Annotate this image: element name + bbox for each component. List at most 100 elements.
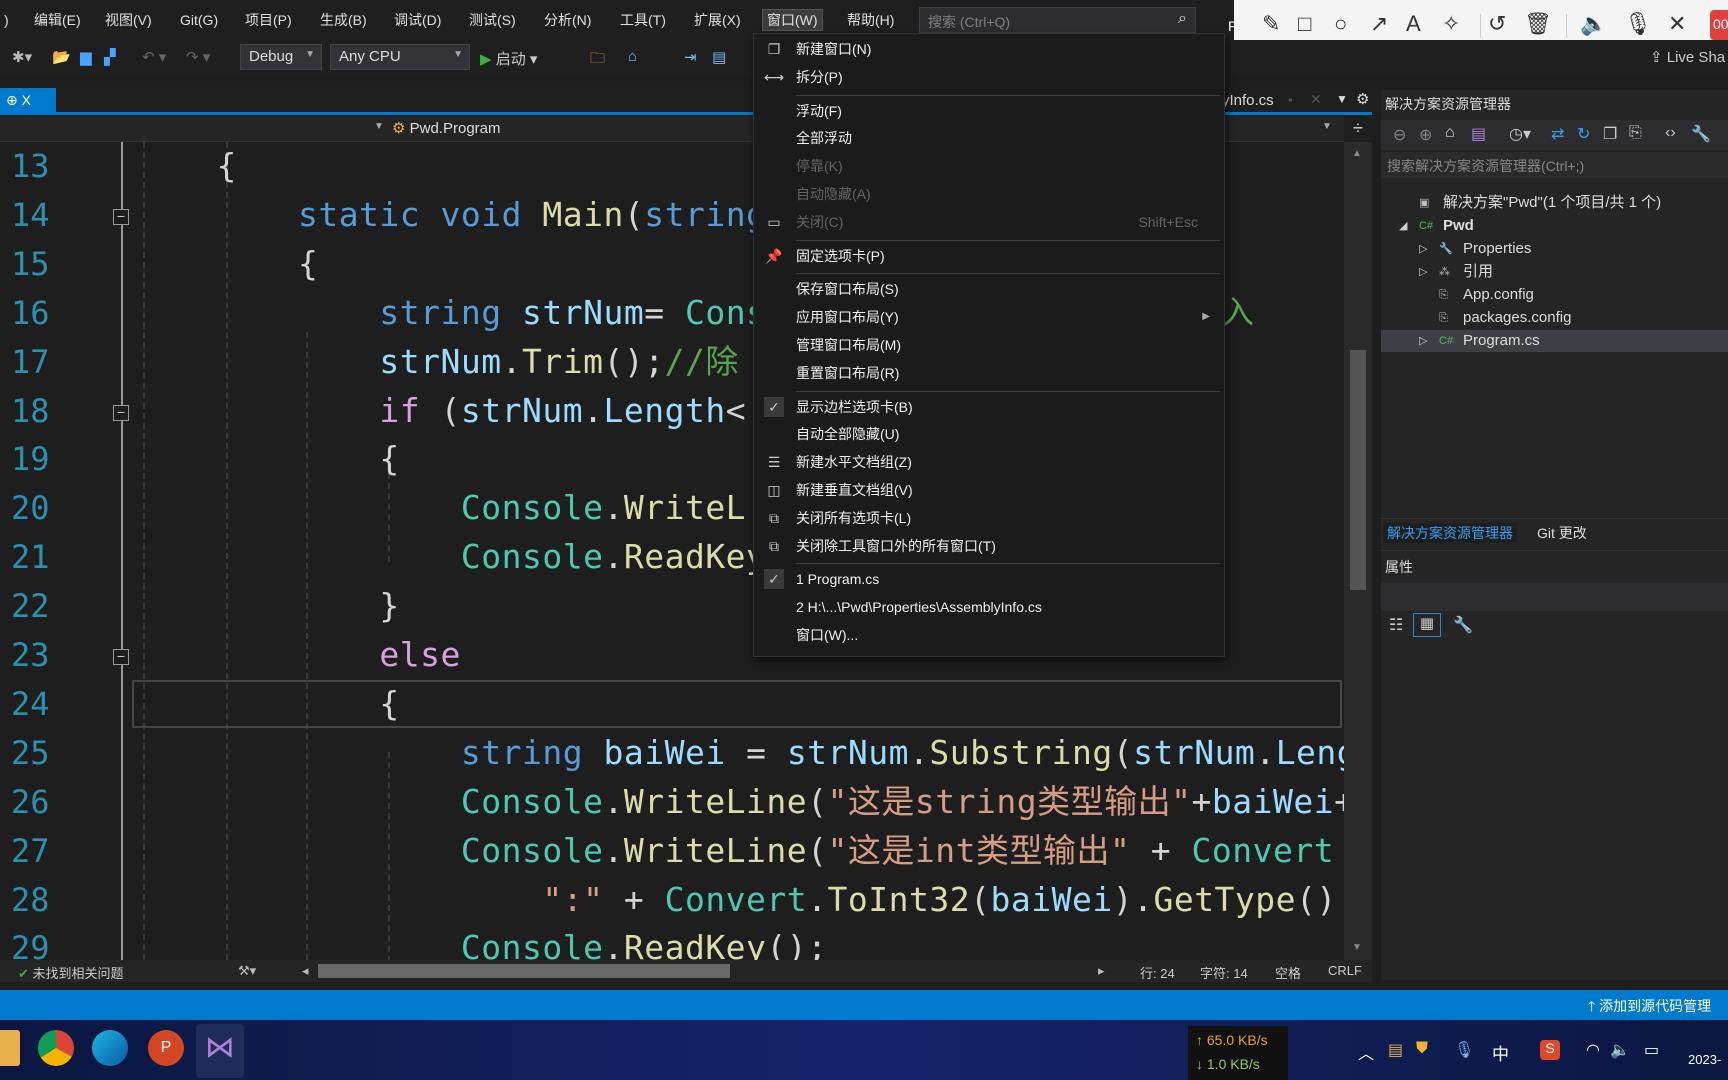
menu-item[interactable]: 窗口(W)	[762, 9, 823, 31]
tree-item[interactable]: ⎘ packages.config	[1381, 307, 1728, 329]
collapse-icon[interactable]: −	[113, 405, 129, 421]
issues-indicator[interactable]: ✔ 未找到相关问题	[18, 963, 124, 982]
tree-item[interactable]: ▷ C# Program.cs	[1381, 330, 1728, 352]
undo-icon[interactable]: ↺	[1488, 12, 1506, 36]
menu-item[interactable]: 📌 固定选项卡(P)	[754, 243, 1224, 269]
visual-studio-icon[interactable]: ⋈	[202, 1030, 238, 1066]
configuration-select[interactable]: Debug ▼	[240, 44, 322, 70]
switch-views-icon[interactable]: ▤	[1471, 124, 1486, 144]
menu-item[interactable]: 编辑(E)	[30, 10, 85, 30]
menu-item[interactable]: )	[0, 10, 13, 30]
powerpoint-icon[interactable]: P	[148, 1030, 184, 1066]
menu-item[interactable]: ◫ 新建垂直文档组(V)	[754, 477, 1224, 503]
forward-icon[interactable]: ⊕	[1419, 125, 1432, 145]
collapse-all-icon[interactable]: ❐	[1603, 124, 1617, 144]
menu-item[interactable]: 窗口(W)...	[754, 622, 1224, 648]
new-project-icon[interactable]: ✱▾	[12, 48, 32, 66]
delete-icon[interactable]: 🗑	[1524, 12, 1552, 36]
menu-item[interactable]: 浮动(F)	[754, 98, 1224, 124]
wifi-icon[interactable]: ◠	[1586, 1040, 1600, 1060]
properties-wrench-icon[interactable]: 🔧	[1691, 124, 1711, 144]
scroll-up-icon[interactable]: ▲	[1352, 148, 1362, 159]
menu-item[interactable]: 生成(B)	[316, 10, 371, 30]
menu-item[interactable]: 保存窗口布局(S)	[754, 276, 1224, 302]
sogou-icon[interactable]: S	[1540, 1040, 1560, 1060]
menu-item[interactable]: 分析(N)	[540, 10, 595, 30]
tab-git-changes[interactable]: Git 更改	[1537, 523, 1587, 543]
tab-assemblyinfo[interactable]: yInfo.cs	[1222, 92, 1274, 109]
undo-icon[interactable]: ↶ ▾	[142, 48, 166, 66]
sync-icon[interactable]: ⇄	[1551, 124, 1564, 144]
save-all-icon[interactable]: ▞	[104, 48, 116, 66]
shield-icon[interactable]: ⛊	[1416, 1040, 1428, 1058]
categorized-icon[interactable]: ☷	[1389, 615, 1403, 635]
menu-item[interactable]: 工具(T)	[616, 10, 670, 30]
wrench-icon[interactable]: 🔧	[1453, 615, 1473, 635]
file-explorer-icon[interactable]	[0, 1030, 20, 1066]
tree-item[interactable]: ▷ 🔧 Properties	[1381, 238, 1728, 260]
menu-item[interactable]: 2 H:\...\Pwd\Properties\AssemblyInfo.cs	[754, 594, 1224, 620]
menu-item[interactable]: 应用窗口布局(Y) ▶	[754, 304, 1224, 330]
close-icon[interactable]: X	[22, 92, 31, 108]
live-share-button[interactable]: ⇪ Live Sha	[1650, 48, 1725, 66]
open-folder-icon[interactable]: 📂	[52, 48, 71, 66]
scroll-left-icon[interactable]: ◂	[302, 963, 309, 979]
collapse-icon[interactable]: −	[113, 209, 129, 225]
menu-item[interactable]: 测试(S)	[465, 10, 520, 30]
tray-app-icon[interactable]: ▤	[1388, 1040, 1403, 1060]
whitespace-indicator[interactable]: 空格	[1275, 963, 1301, 982]
menu-item[interactable]: 管理窗口布局(M)	[754, 332, 1224, 358]
menu-item[interactable]: 帮助(H)	[843, 10, 898, 30]
start-button[interactable]: ▶ 启动 ▾	[480, 48, 537, 69]
back-icon[interactable]: ⊖	[1393, 125, 1406, 145]
add-to-source-control-button[interactable]: 🡑 添加到源代码管理	[1588, 996, 1711, 1020]
property-pages-icon[interactable]: ▦	[1413, 613, 1441, 637]
record-timer[interactable]: 00	[1710, 10, 1728, 40]
pending-changes-icon[interactable]: ◷▾	[1509, 124, 1531, 144]
line-indicator[interactable]: 行: 24	[1140, 963, 1175, 982]
tree-item[interactable]: ▷ ⁂ 引用	[1381, 261, 1728, 283]
column-indicator[interactable]: 字符: 14	[1200, 963, 1248, 982]
edge-icon[interactable]	[92, 1030, 128, 1066]
menu-item[interactable]: 自动全部隐藏(U)	[754, 421, 1224, 447]
battery-icon[interactable]: ▭	[1644, 1040, 1659, 1060]
indent-icon[interactable]: ⇥	[684, 48, 697, 66]
find-in-files-icon[interactable]: 🗀	[590, 48, 605, 73]
tab-list-dropdown-icon[interactable]: ▼	[1336, 92, 1348, 106]
scroll-down-icon[interactable]: ▼	[1352, 942, 1362, 953]
arrow-icon[interactable]: ↗	[1370, 12, 1388, 36]
expander-icon[interactable]: ▷	[1419, 238, 1427, 260]
ime-indicator[interactable]: 中	[1492, 1040, 1509, 1065]
clock[interactable]: 2023-	[1688, 1052, 1721, 1067]
expander-icon[interactable]: ◢	[1399, 215, 1407, 237]
horizontal-scroll-thumb[interactable]	[318, 964, 730, 978]
menu-item[interactable]: ☰ 新建水平文档组(Z)	[754, 449, 1224, 475]
menu-item[interactable]: 调试(D)	[390, 10, 445, 30]
member-dropdown[interactable]: ⚙ Pwd.Program	[392, 119, 501, 137]
tree-item[interactable]: ⎘ App.config	[1381, 284, 1728, 306]
chevron-down-icon[interactable]: ▼	[374, 121, 384, 132]
gear-icon[interactable]: ⚙	[1356, 90, 1369, 108]
search-input[interactable]: 搜索 (Ctrl+Q) ⌕	[919, 7, 1196, 33]
text-icon[interactable]: A	[1406, 12, 1421, 36]
expander-icon[interactable]: ▷	[1419, 330, 1427, 352]
refresh-icon[interactable]: ↻	[1577, 124, 1590, 144]
tree-item[interactable]: ◢ C# Pwd	[1381, 215, 1728, 237]
rectangle-icon[interactable]: □	[1298, 12, 1311, 36]
split-editor-icon[interactable]: ÷	[1346, 118, 1370, 140]
chevron-down-icon[interactable]: ▼	[1322, 121, 1332, 132]
menu-item[interactable]: ⧉ 关闭除工具窗口外的所有窗口(T)	[754, 533, 1224, 559]
chrome-icon[interactable]	[38, 1030, 74, 1066]
menu-item[interactable]: 项目(P)	[241, 10, 296, 30]
menu-item[interactable]: 视图(V)	[101, 10, 156, 30]
comment-icon[interactable]: ▤	[712, 48, 726, 66]
view-code-icon[interactable]: ‹›	[1665, 124, 1676, 142]
microphone-icon[interactable]: 🎙	[1624, 12, 1652, 36]
platform-select[interactable]: Any CPU ▼	[330, 44, 470, 70]
save-icon[interactable]: ▆	[80, 48, 92, 66]
menu-item[interactable]: ⟷ 拆分(P)	[754, 64, 1224, 90]
expander-icon[interactable]: ▷	[1419, 261, 1427, 283]
line-ending-indicator[interactable]: CRLF	[1328, 963, 1362, 978]
speaker-icon[interactable]: 🔈	[1580, 12, 1607, 36]
chevron-up-icon[interactable]: ︿	[1358, 1040, 1374, 1064]
